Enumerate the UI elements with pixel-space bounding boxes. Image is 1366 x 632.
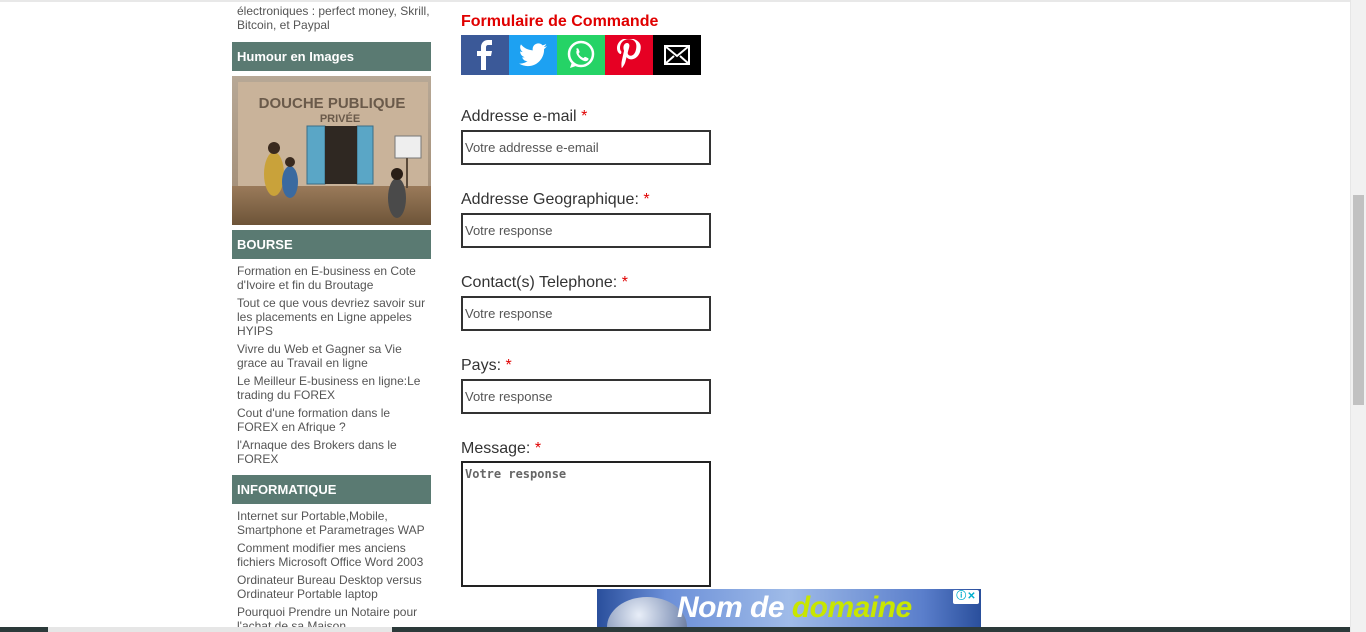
message-label-text: Message: <box>461 440 531 457</box>
image-sign-sub: PRIVÉE <box>320 112 360 125</box>
message-label: Message: * <box>461 440 541 458</box>
email-field[interactable] <box>461 130 711 165</box>
country-label: Pays: * <box>461 357 512 375</box>
ad-headline: Nom de domaine <box>677 589 912 627</box>
phone-label-text: Contact(s) Telephone: <box>461 274 618 291</box>
sidebar-intro-text: électroniques : perfect money, Skrill, B… <box>237 4 430 32</box>
bourse-link[interactable]: Formation en E-business en Cote d'Ivoire… <box>237 264 429 292</box>
ad-globe-graphic <box>607 597 687 627</box>
top-divider <box>0 0 1350 2</box>
twitter-share-button[interactable] <box>509 35 557 75</box>
informatique-link[interactable]: Comment modifier mes anciens fichiers Mi… <box>237 541 429 569</box>
domain-ad-banner[interactable]: Nom de domaine ⓘ ✕ <box>597 589 981 627</box>
required-marker: * <box>581 108 588 125</box>
adchoices-icon: ⓘ <box>956 591 967 602</box>
whatsapp-share-button[interactable] <box>557 35 605 75</box>
country-label-text: Pays: <box>461 357 502 374</box>
close-icon[interactable]: ✕ <box>967 592 975 602</box>
required-marker: * <box>643 191 650 208</box>
informatique-link[interactable]: Internet sur Portable,Mobile, Smartphone… <box>237 509 429 537</box>
country-field[interactable] <box>461 379 711 414</box>
phone-label: Contact(s) Telephone: * <box>461 274 628 292</box>
email-label: Addresse e-mail * <box>461 108 587 126</box>
adchoices-button[interactable]: ⓘ ✕ <box>953 590 979 604</box>
informatique-link[interactable]: Ordinateur Bureau Desktop versus Ordinat… <box>237 573 429 601</box>
bourse-header: BOURSE <box>232 230 431 259</box>
bourse-link-list: Formation en E-business en Cote d'Ivoire… <box>237 264 429 470</box>
page-scrollbar[interactable] <box>1350 0 1366 632</box>
scrollbar-thumb[interactable] <box>1353 195 1364 405</box>
facebook-icon <box>477 40 492 70</box>
twitter-icon <box>519 43 547 67</box>
phone-field[interactable] <box>461 296 711 331</box>
email-label-text: Addresse e-mail <box>461 108 577 125</box>
share-bar <box>461 35 701 75</box>
ad-word-2: domaine <box>791 591 912 624</box>
address-label-text: Addresse Geographique: <box>461 191 639 208</box>
bottom-bar <box>0 627 1350 632</box>
bourse-link[interactable]: Vivre du Web et Gagner sa Vie grace au T… <box>237 342 429 370</box>
address-label: Addresse Geographique: * <box>461 191 650 209</box>
address-field[interactable] <box>461 213 711 248</box>
humour-header: Humour en Images <box>232 42 431 71</box>
informatique-header: INFORMATIQUE <box>232 475 431 504</box>
informatique-link-list: Internet sur Portable,Mobile, Smartphone… <box>237 509 429 632</box>
pinterest-share-button[interactable] <box>605 35 653 75</box>
bourse-link[interactable]: Le Meilleur E-business en ligne:Le tradi… <box>237 374 429 402</box>
form-title: Formulaire de Commande <box>461 13 659 30</box>
required-marker: * <box>505 357 512 374</box>
required-marker: * <box>621 274 628 291</box>
whatsapp-icon <box>567 40 595 68</box>
humour-image[interactable]: DOUCHE PUBLIQUE PRIVÉE <box>232 76 431 225</box>
bottom-bar-segment <box>48 627 392 632</box>
email-share-button[interactable] <box>653 35 701 75</box>
bourse-link[interactable]: Tout ce que vous devriez savoir sur les … <box>237 296 429 338</box>
facebook-share-button[interactable] <box>461 35 509 75</box>
bourse-link[interactable]: l'Arnaque des Brokers dans le FOREX <box>237 438 429 466</box>
message-field[interactable] <box>461 461 711 587</box>
ad-word-1: Nom de <box>677 591 785 624</box>
page: électroniques : perfect money, Skrill, B… <box>0 0 1366 632</box>
required-marker: * <box>534 440 542 457</box>
bourse-link[interactable]: Cout d'une formation dans le FOREX en Af… <box>237 406 429 434</box>
pinterest-icon <box>617 39 641 68</box>
image-sign-main: DOUCHE PUBLIQUE <box>259 95 406 112</box>
email-icon <box>664 45 690 65</box>
